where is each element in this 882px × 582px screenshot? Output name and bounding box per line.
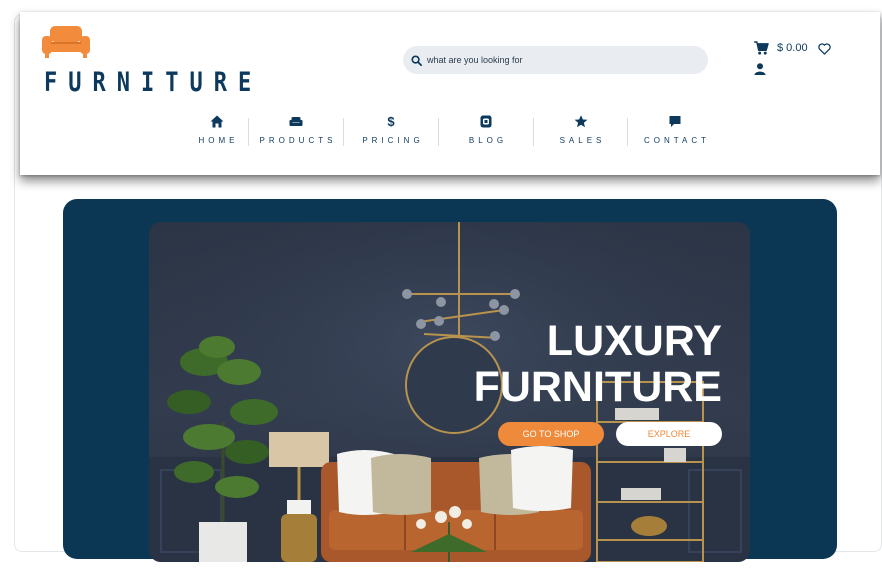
- go-to-shop-button[interactable]: GO TO SHOP: [498, 422, 604, 446]
- nav-label-pricing: PRICING: [362, 136, 424, 145]
- chat-icon: [669, 116, 681, 127]
- nav-item-home[interactable]: HOME: [185, 115, 248, 149]
- nav-label-blog: BLOG: [468, 136, 508, 145]
- hero-title-line-2: FURNITURE: [473, 363, 722, 411]
- nav-item-pricing[interactable]: $ PRICING: [344, 114, 438, 149]
- sofa-icon: [289, 117, 303, 126]
- hero-title: LUXURY FURNITURE: [474, 318, 722, 410]
- cart-total: $ 0.00: [777, 42, 808, 54]
- blog-icon: [480, 115, 492, 128]
- nav-item-sales[interactable]: SALES: [534, 115, 627, 149]
- star-icon: [574, 115, 587, 128]
- cart-widget[interactable]: $ 0.00: [754, 41, 808, 55]
- nav-item-products[interactable]: PRODUCTS: [249, 115, 343, 149]
- nav-label-contact: CONTACT: [643, 136, 711, 145]
- nav-label-sales: SALES: [559, 136, 606, 145]
- nav-label-products: PRODUCTS: [259, 136, 337, 145]
- explore-button[interactable]: EXPLORE: [616, 422, 722, 446]
- main-nav: HOME PRODUCTS $ PRICING BLOG SALES CONTA…: [185, 114, 722, 149]
- search-bar[interactable]: [403, 46, 708, 74]
- site-header: FURNITURE $ 0.00 HOME: [20, 12, 880, 175]
- sofa-logo-icon[interactable]: [42, 24, 90, 58]
- search-icon: [411, 54, 422, 66]
- brand-wordmark[interactable]: FURNITURE: [44, 68, 262, 98]
- home-icon: [210, 115, 223, 128]
- search-input[interactable]: [427, 55, 687, 65]
- nav-item-contact[interactable]: CONTACT: [628, 115, 722, 149]
- cart-icon[interactable]: [754, 41, 769, 55]
- nav-label-home: HOME: [198, 136, 239, 145]
- hero-title-line-1: LUXURY: [546, 317, 722, 365]
- heart-icon[interactable]: [818, 43, 831, 55]
- nav-item-blog[interactable]: BLOG: [439, 115, 533, 149]
- hero-room-photo: LUXURY FURNITURE GO TO SHOP EXPLORE: [149, 222, 750, 562]
- dollar-icon: $: [387, 114, 395, 129]
- user-icon[interactable]: [754, 63, 766, 75]
